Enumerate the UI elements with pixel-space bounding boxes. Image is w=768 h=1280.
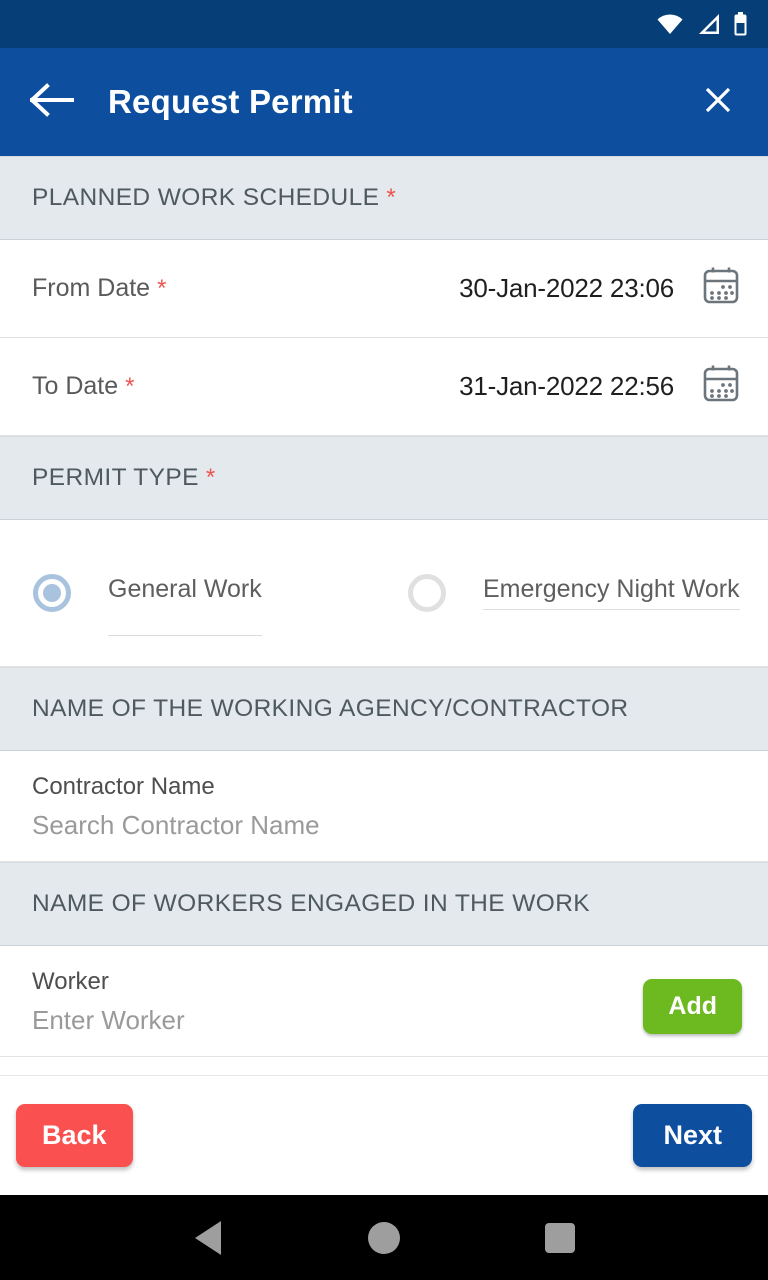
required-asterisk: * (205, 464, 216, 491)
worker-input[interactable]: Enter Worker (32, 1005, 643, 1036)
calendar-icon[interactable] (700, 363, 742, 410)
radio-selected-icon[interactable] (24, 565, 80, 621)
wifi-icon (656, 13, 684, 35)
radio-unselected-icon[interactable] (399, 565, 455, 621)
section-title-schedule: PLANNED WORK SCHEDULE (32, 184, 380, 211)
to-date-value: 31-Jan-2022 22:56 (459, 371, 674, 401)
nav-home-circle-icon[interactable] (354, 1208, 414, 1268)
from-date-value: 30-Jan-2022 23:06 (459, 273, 674, 303)
status-bar (0, 0, 768, 48)
back-button[interactable] (26, 76, 78, 128)
row-to-date[interactable]: To Date * 31-Jan-2022 22:56 (0, 338, 768, 436)
footer-button-bar: Back Next (0, 1075, 768, 1195)
calendar-icon[interactable] (700, 265, 742, 312)
required-asterisk: * (125, 372, 135, 400)
radio-label-general-work: General Work (108, 575, 262, 637)
worker-label: Worker (32, 968, 109, 995)
to-date-label: To Date (32, 372, 119, 400)
contractor-name-input[interactable]: Search Contractor Name (32, 810, 742, 841)
row-from-date[interactable]: From Date * 30-Jan-2022 23:06 (0, 240, 768, 338)
page-title: Request Permit (108, 83, 353, 120)
battery-icon (733, 12, 748, 36)
required-asterisk: * (157, 274, 167, 302)
arrow-left-icon (29, 82, 74, 122)
section-title-permit-type: PERMIT TYPE (32, 464, 199, 491)
form-area: PLANNED WORK SCHEDULE * From Date * 30-J… (0, 156, 768, 1075)
app-bar: Request Permit (0, 48, 768, 156)
radio-option-general-work[interactable]: General Work (24, 565, 399, 637)
section-header-contractor: NAME OF THE WORKING AGENCY/CONTRACTOR (0, 667, 768, 751)
back-form-button[interactable]: Back (16, 1104, 133, 1167)
radio-option-emergency-night-work[interactable]: Emergency Night Work (399, 565, 746, 621)
nav-recents-square-icon[interactable] (530, 1208, 590, 1268)
section-title-workers: NAME OF WORKERS ENGAGED IN THE WORK (32, 890, 591, 917)
android-nav-bar (0, 1195, 768, 1280)
row-worker[interactable]: Worker Enter Worker Add (0, 946, 768, 1057)
radio-label-emergency-night-work: Emergency Night Work (483, 575, 740, 611)
signal-icon (696, 13, 721, 35)
permit-type-radio-group: General Work Emergency Night Work (0, 520, 768, 667)
close-button[interactable] (692, 76, 744, 128)
from-date-label: From Date (32, 274, 151, 302)
required-asterisk: * (386, 184, 396, 211)
nav-back-triangle-icon[interactable] (178, 1208, 238, 1268)
contractor-name-label: Contractor Name (32, 773, 215, 800)
section-header-permit-type: PERMIT TYPE * (0, 436, 768, 520)
add-worker-button[interactable]: Add (643, 979, 742, 1034)
phone-screen: Request Permit PLANNED WORK SCHEDULE * F… (0, 0, 768, 1280)
section-title-contractor: NAME OF THE WORKING AGENCY/CONTRACTOR (32, 695, 629, 722)
section-header-workers: NAME OF WORKERS ENGAGED IN THE WORK (0, 862, 768, 946)
section-header-schedule: PLANNED WORK SCHEDULE * (0, 156, 768, 240)
next-form-button[interactable]: Next (633, 1104, 752, 1167)
row-contractor-name[interactable]: Contractor Name Search Contractor Name (0, 751, 768, 862)
close-icon (703, 85, 733, 120)
